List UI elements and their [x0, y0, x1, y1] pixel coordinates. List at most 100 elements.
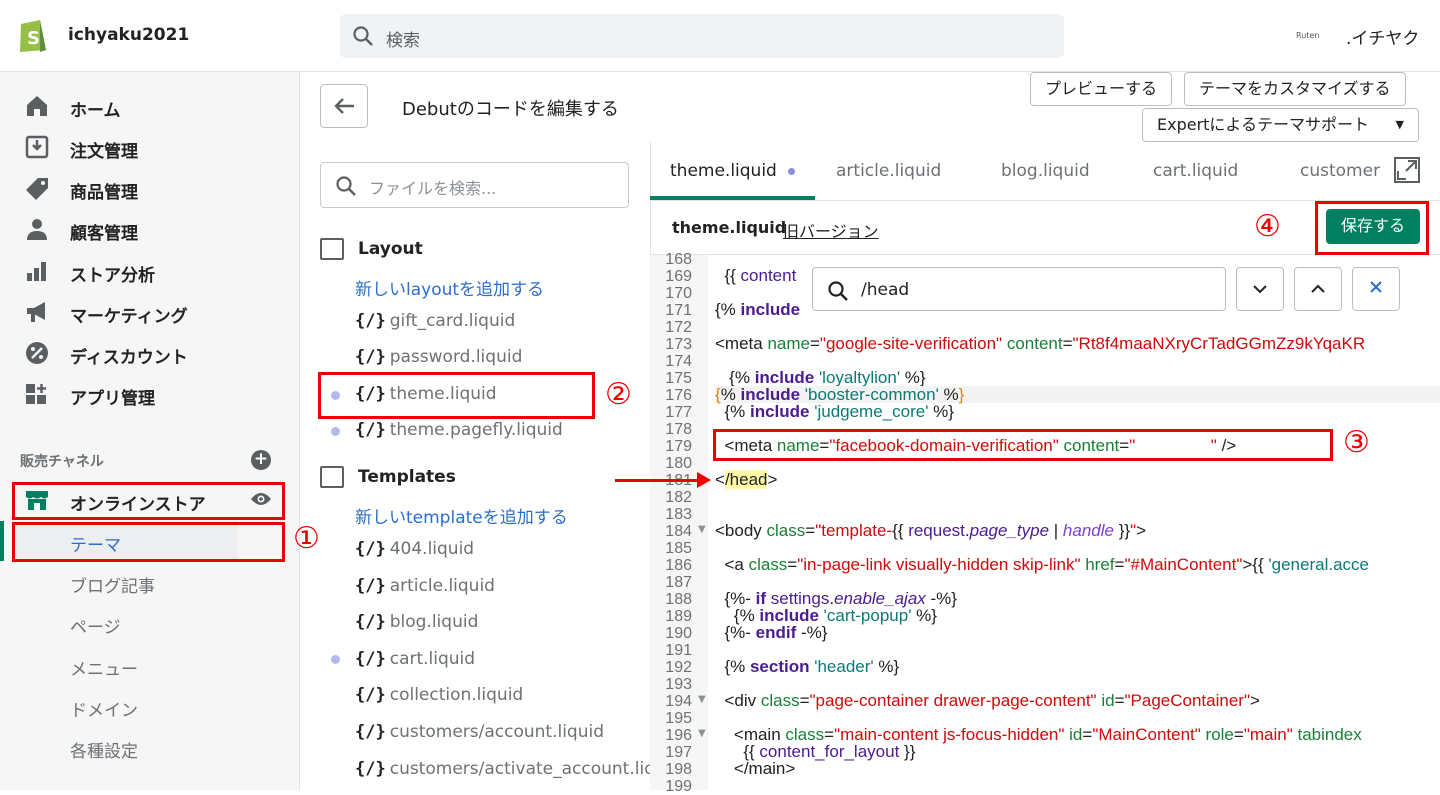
file-item[interactable]: {/} password.liquid [355, 347, 522, 367]
file-code-icon: {/} [355, 649, 386, 669]
file-code-icon: {/} [355, 722, 386, 742]
tab-blog-liquid[interactable]: blog.liquid [1001, 161, 1090, 181]
annotation-box-theme [12, 522, 285, 562]
store-name[interactable]: ichyaku2021 [68, 25, 189, 45]
code-line[interactable]: {% include 'cart-popup' %} [715, 607, 937, 624]
templates-folder-title[interactable]: Templates [358, 467, 456, 487]
find-prev-button[interactable] [1294, 267, 1342, 311]
user-name[interactable]: .イチヤク [1346, 24, 1419, 49]
sidebar-sub-domain[interactable]: ドメイン [70, 696, 138, 721]
line-number: 194 [665, 693, 692, 710]
apps-icon [26, 384, 46, 404]
code-line[interactable]: {% include 'loyaltylion' %} [715, 369, 925, 386]
line-number: 186 [665, 557, 692, 574]
find-input[interactable]: /head [812, 267, 1226, 311]
code-line[interactable]: {% include [715, 301, 800, 318]
user-avatar[interactable]: Ruten [1296, 31, 1319, 40]
code-line[interactable]: <meta name="google-site-verification" co… [715, 335, 1365, 352]
code-line[interactable]: {% include 'judgeme_core' %} [715, 403, 954, 420]
code-line[interactable]: <main class="main-content js-focus-hidde… [715, 726, 1362, 743]
file-item[interactable]: {/}customers/activate_account.liquid [355, 759, 650, 779]
sidebar-item-customers[interactable]: 顧客管理 [0, 209, 300, 249]
find-close-button[interactable] [1352, 267, 1400, 311]
code-line[interactable]: <div class="page-container drawer-page-c… [715, 692, 1259, 709]
line-number: 178 [665, 421, 692, 438]
file-item[interactable]: {/} theme.pagefly.liquid [355, 420, 563, 440]
global-search[interactable]: 検索 [340, 14, 1064, 58]
code-line[interactable]: </main> [715, 760, 795, 777]
orders-icon [25, 135, 49, 159]
tab-article-liquid[interactable]: article.liquid [836, 161, 941, 181]
line-number: 192 [665, 659, 692, 676]
file-code-icon: {/} [355, 539, 386, 559]
file-item[interactable]: {/} blog.liquid [355, 612, 478, 632]
add-layout-link[interactable]: 新しいlayoutを追加する [355, 275, 544, 300]
sidebar-item-label: アプリ管理 [70, 389, 155, 409]
customize-button[interactable]: テーマをカスタマイズする [1184, 72, 1406, 106]
sidebar-sub-settings[interactable]: 各種設定 [70, 737, 138, 762]
annotation-number-1: ① [293, 521, 320, 556]
line-number: 190 [665, 625, 692, 642]
layout-folder-title[interactable]: Layout [358, 239, 423, 259]
file-item[interactable]: {/} collection.liquid [355, 685, 523, 705]
page-title: Debutのコードを編集する [402, 99, 619, 120]
expand-icon[interactable] [1394, 157, 1420, 183]
add-template-link[interactable]: 新しいtemplateを追加する [355, 503, 568, 528]
tab-theme-liquid[interactable]: theme.liquid [670, 161, 777, 181]
old-version-link[interactable]: 旧バージョン [783, 218, 879, 242]
tab-customer[interactable]: customer [1300, 161, 1380, 181]
preview-button[interactable]: プレビューする [1030, 72, 1173, 106]
expert-support-label: Expertによるテーマサポート [1157, 115, 1369, 134]
line-number: 175 [665, 370, 692, 387]
add-channel-icon[interactable]: + [251, 450, 271, 470]
line-number: 185 [665, 540, 692, 557]
sidebar-item-products[interactable]: 商品管理 [0, 168, 300, 208]
find-value: /head [861, 280, 910, 300]
fold-arrow-icon[interactable]: ▼ [698, 694, 706, 705]
code-line[interactable]: {{ content_for_layout }} [715, 743, 915, 760]
sidebar-item-discounts[interactable]: ディスカウント [0, 333, 300, 373]
back-button[interactable] [320, 84, 368, 128]
file-search-input[interactable]: ファイルを検索... [320, 162, 629, 208]
file-code-icon: {/} [355, 420, 386, 440]
sidebar-item-apps[interactable]: アプリ管理 [0, 374, 300, 414]
file-search-placeholder: ファイルを検索... [369, 179, 497, 198]
fold-arrow-icon[interactable]: ▼ [698, 524, 706, 535]
sidebar-item-label: ホーム [70, 101, 121, 121]
code-line[interactable]: </head> [715, 470, 777, 489]
code-line[interactable]: <a class="in-page-link visually-hidden s… [715, 556, 1369, 573]
code-line[interactable]: {% include 'booster-common' %} [715, 386, 1440, 403]
sidebar-sub-blog[interactable]: ブログ記事 [70, 572, 155, 597]
svg-text:S: S [27, 28, 40, 49]
line-number: 199 [665, 778, 692, 795]
tab-cart-liquid[interactable]: cart.liquid [1153, 161, 1238, 181]
top-bar: S ichyaku2021 検索 Ruten .イチヤク [0, 0, 1440, 72]
code-line[interactable]: <body class="template-{{ request.page_ty… [715, 522, 1146, 539]
line-number: 183 [665, 506, 692, 523]
home-icon [27, 96, 47, 116]
file-item[interactable]: {/} 404.liquid [355, 539, 474, 559]
line-number: 173 [665, 336, 692, 353]
annotation-number-3: ③ [1343, 425, 1370, 460]
sidebar-item-marketing[interactable]: マーケティング [0, 292, 300, 332]
code-line[interactable]: {{ content [715, 267, 796, 284]
line-number: 189 [665, 608, 692, 625]
active-indicator [0, 521, 4, 561]
sidebar-sub-pages[interactable]: ページ [70, 613, 121, 638]
code-line[interactable]: {%- if settings.enable_ajax -%} [715, 590, 957, 607]
code-line[interactable]: {% section 'header' %} [715, 658, 899, 675]
annotation-number-4: ④ [1254, 209, 1281, 244]
sidebar-item-label: ストア分析 [70, 266, 155, 286]
sidebar-item-home[interactable]: ホーム [0, 86, 300, 126]
file-item[interactable]: {/} cart.liquid [355, 649, 475, 669]
sidebar-item-orders[interactable]: 注文管理 [0, 127, 300, 167]
code-line[interactable]: {%- endif -%} [715, 624, 827, 641]
file-item[interactable]: {/} customers/account.liquid [355, 722, 604, 742]
find-next-button[interactable] [1236, 267, 1284, 311]
sidebar-sub-menu[interactable]: メニュー [70, 655, 138, 680]
fold-arrow-icon[interactable]: ▼ [698, 728, 706, 739]
file-item[interactable]: {/} gift_card.liquid [355, 311, 515, 331]
file-item[interactable]: {/} article.liquid [355, 576, 495, 596]
expert-support-dropdown[interactable]: Expertによるテーマサポート ▼ [1142, 108, 1419, 142]
sidebar-item-analytics[interactable]: ストア分析 [0, 251, 300, 291]
